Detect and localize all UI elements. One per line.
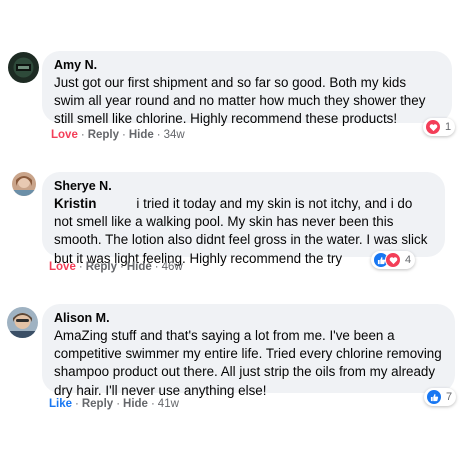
love-button[interactable]: Love	[49, 261, 76, 273]
timestamp[interactable]: 46w	[162, 261, 183, 273]
avatar[interactable]	[12, 172, 36, 196]
hide-button[interactable]: Hide	[123, 398, 148, 410]
timestamp[interactable]: 41w	[158, 398, 179, 410]
reaction-summary[interactable]: 4	[371, 251, 416, 269]
comment-text: AmaZing stuff and that's saying a lot fr…	[54, 328, 442, 398]
comment-bubble: Sherye N. Kristin i tried it today and my…	[42, 172, 445, 266]
hide-button[interactable]: Hide	[127, 261, 152, 273]
like-icon	[426, 389, 442, 405]
love-icon	[385, 252, 401, 268]
reaction-summary[interactable]: 7	[424, 388, 457, 406]
love-button[interactable]: Love	[51, 129, 78, 141]
comment-bubble: Amy N. Just got our first shipment and s…	[42, 51, 452, 126]
hide-button[interactable]: Hide	[129, 129, 154, 141]
reaction-count: 4	[405, 254, 412, 266]
reply-button[interactable]: Reply	[88, 129, 119, 141]
reaction-count: 7	[446, 391, 453, 403]
mention-link[interactable]: Kristin	[54, 196, 96, 211]
comments-thread: Amy N. Just got our first shipment and s…	[0, 0, 460, 460]
avatar[interactable]	[8, 52, 39, 83]
comment-actions: Love · Reply · Hide · 34w	[51, 129, 185, 141]
commenter-name[interactable]: Sherye N.	[54, 178, 433, 194]
comment-actions: Like · Reply · Hide · 41w	[49, 398, 179, 410]
avatar[interactable]	[7, 307, 38, 338]
timestamp[interactable]: 34w	[164, 129, 185, 141]
comment-actions: Love · Reply · Hide · 46w	[49, 261, 183, 273]
commenter-name[interactable]: Alison M.	[54, 310, 443, 326]
comment-bubble: Alison M. AmaZing stuff and that's sayin…	[42, 304, 455, 398]
reaction-count: 1	[445, 121, 452, 133]
love-icon	[425, 119, 441, 135]
commenter-name[interactable]: Amy N.	[54, 57, 440, 73]
reaction-summary[interactable]: 1	[423, 118, 456, 136]
reply-button[interactable]: Reply	[82, 398, 113, 410]
like-button[interactable]: Like	[49, 398, 72, 410]
comment-text: Just got our first shipment and so far s…	[54, 75, 426, 127]
reply-button[interactable]: Reply	[86, 261, 117, 273]
